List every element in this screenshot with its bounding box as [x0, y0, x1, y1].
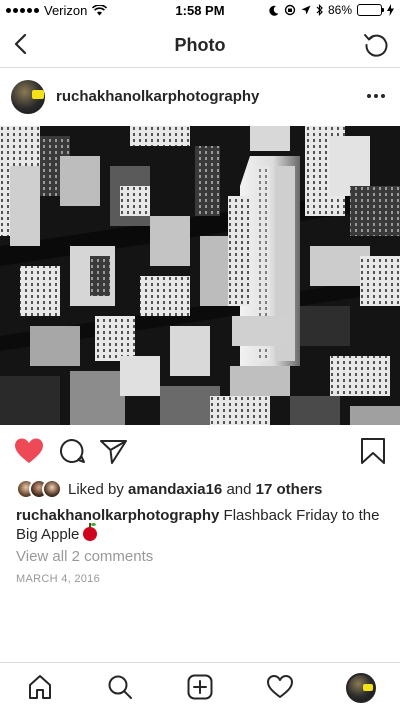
new-post-icon[interactable]	[186, 673, 214, 701]
activity-heart-icon[interactable]	[266, 673, 294, 701]
likes-conjunction: and	[226, 480, 252, 498]
share-icon[interactable]	[99, 437, 129, 465]
caption: ruchakhanolkarphotography Flashback Frid…	[16, 506, 386, 544]
battery-icon	[357, 4, 384, 16]
nav-bar: Photo	[0, 22, 400, 68]
likes-prefix: Liked by	[68, 480, 124, 498]
likes-user[interactable]: amandaxia16	[128, 481, 222, 498]
apple-emoji-icon	[83, 523, 98, 541]
post-username[interactable]: ruchakhanolkarphotography	[56, 88, 259, 105]
post-header: ruchakhanolkarphotography	[0, 68, 400, 126]
status-right: 86%	[269, 3, 394, 17]
liker-avatar	[42, 479, 62, 499]
likes-others[interactable]: 17 others	[256, 481, 323, 498]
moon-icon	[269, 5, 279, 16]
comment-icon[interactable]	[57, 437, 87, 465]
page-title: Photo	[174, 35, 226, 55]
tab-bar	[0, 662, 400, 711]
more-options-icon[interactable]	[366, 88, 386, 104]
likes-text: Liked by amandaxia16 and 17 others	[68, 481, 322, 498]
heart-icon[interactable]	[14, 437, 44, 465]
profile-tab-avatar[interactable]	[346, 673, 376, 703]
avatar[interactable]	[11, 80, 45, 114]
post-date: MARCH 4, 2016	[16, 573, 100, 585]
refresh-icon[interactable]	[362, 30, 390, 58]
search-icon[interactable]	[106, 673, 134, 701]
bookmark-icon[interactable]	[358, 437, 388, 465]
liker-avatars	[16, 479, 64, 499]
view-comments-link[interactable]: View all 2 comments	[16, 548, 153, 565]
city-photo	[0, 126, 400, 425]
home-icon[interactable]	[26, 673, 54, 701]
rotation-lock-icon	[284, 4, 296, 16]
post-photo[interactable]	[0, 126, 400, 425]
location-icon	[301, 5, 311, 15]
likes-row[interactable]: Liked by amandaxia16 and 17 others	[16, 478, 322, 500]
caption-username[interactable]: ruchakhanolkarphotography	[16, 507, 219, 524]
battery-percent: 86%	[327, 3, 352, 17]
charging-icon	[387, 4, 394, 16]
avatar-badge	[363, 684, 373, 691]
bluetooth-icon	[316, 4, 323, 16]
status-bar: Verizon 1:58 PM 86%	[0, 0, 400, 22]
avatar-badge	[32, 90, 44, 99]
post-actions	[0, 425, 400, 477]
